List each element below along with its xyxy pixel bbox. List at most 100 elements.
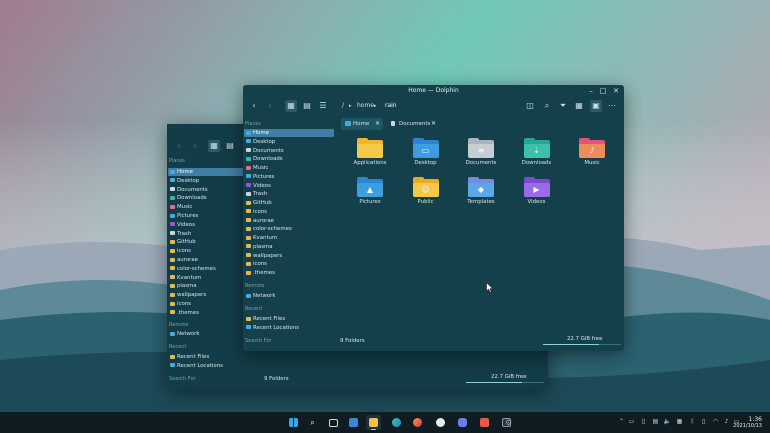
remote-heading: Remote	[169, 322, 189, 328]
sidebar-item-downloads[interactable]: Downloads	[244, 155, 334, 163]
remote-heading: Remote	[245, 283, 265, 289]
folder-public[interactable]: ☺ Public	[404, 177, 448, 205]
split-view-icon[interactable]: ◫	[524, 100, 536, 112]
grid-icon[interactable]: ▦	[573, 100, 585, 112]
sidebar-item-github[interactable]: GitHub	[244, 199, 334, 207]
filter-icon[interactable]: ⏷	[557, 100, 569, 112]
documents-folder-icon: ≡	[468, 138, 494, 158]
folder-documents[interactable]: ≡ Documents	[459, 138, 503, 166]
sidebar-item-label: aurorae	[177, 257, 198, 263]
folder-applications[interactable]: Applications	[348, 138, 392, 166]
sidebar-item-recent-locations[interactable]: Recent Locations	[168, 362, 258, 370]
tab-close-icon[interactable]: ✕	[431, 118, 436, 130]
folder-glyph: ♪	[589, 146, 595, 155]
sidebar-item-themes[interactable]: .themes	[244, 269, 334, 277]
home-icon	[170, 169, 175, 174]
toolbar: ‹ › ▦ ▤ ☰ / ▸ home ▸ rain ◫ ⌕ ⏷ ▦ ▣ ⋯	[243, 98, 624, 114]
menu-icon[interactable]: ⋯	[606, 100, 618, 112]
sidebar-item-videos[interactable]: Videos	[244, 182, 334, 190]
icons-view-icon[interactable]: ▦	[285, 100, 297, 112]
folder-label: Templates	[467, 199, 495, 205]
music-folder-icon: ♪	[579, 138, 605, 158]
sidebar-item-aurorae[interactable]: aurorae	[244, 217, 334, 225]
search-for-heading: Search For	[169, 376, 196, 382]
sidebar-item-label: icons	[253, 208, 267, 215]
details-view-icon[interactable]: ☰	[317, 100, 329, 112]
notes-icon[interactable]: ▭	[627, 417, 636, 427]
folder-pictures[interactable]: ▲ Pictures	[348, 177, 392, 205]
preview-icon[interactable]: ▣	[590, 100, 602, 112]
sidebar-item-icons[interactable]: icons	[244, 260, 334, 268]
sidebar-item-pictures[interactable]: Pictures	[244, 173, 334, 181]
maximize-icon[interactable]: □	[599, 87, 607, 95]
sidebar-item-home[interactable]: Home	[244, 129, 334, 137]
search-icon[interactable]: ⌕	[541, 100, 553, 112]
back-arrow-icon[interactable]: ‹	[173, 140, 185, 152]
sidebar-item-trash[interactable]: Trash	[244, 190, 334, 198]
wifi-icon[interactable]: ◠	[711, 417, 720, 427]
firefox-button[interactable]	[410, 415, 425, 430]
volume-icon[interactable]: 🔈	[663, 417, 672, 427]
documents-icon	[246, 148, 251, 152]
breadcrumb-root[interactable]: /	[342, 101, 344, 111]
forward-arrow-icon[interactable]: ›	[189, 140, 201, 152]
github-button[interactable]	[433, 415, 448, 430]
sidebar-item-icons[interactable]: icons	[244, 208, 334, 216]
folder-videos[interactable]: ▶ Videos	[515, 177, 559, 205]
compact-view-icon[interactable]: ▤	[224, 140, 236, 152]
sidebar-item-plasma[interactable]: plasma	[244, 243, 334, 251]
sidebar-item-recent-files[interactable]: Recent Files	[168, 353, 258, 361]
sidebar-item-network[interactable]: Network	[244, 292, 334, 300]
sidebar-item-label: GitHub	[253, 200, 272, 206]
folder-downloads[interactable]: ⇣ Downloads	[515, 138, 559, 166]
folder-desktop[interactable]: ▭ Desktop	[404, 138, 448, 166]
tab-documents[interactable]: Documents ✕	[387, 118, 439, 130]
close-icon[interactable]: ✕	[612, 87, 620, 95]
discord-button[interactable]	[455, 415, 470, 430]
tab-home[interactable]: Home ✕	[341, 118, 383, 130]
sidebar-item-desktop[interactable]: Desktop	[244, 138, 334, 146]
clipboard-icon[interactable]: ▯	[639, 417, 648, 427]
sidebar-item-label: Network	[253, 293, 276, 299]
folder-templates[interactable]: ◆ Templates	[459, 177, 503, 205]
folder-icon	[170, 248, 175, 253]
minimize-icon[interactable]: –	[587, 87, 595, 95]
pictures-icon	[246, 174, 251, 179]
gear-icon: ⚙	[504, 418, 513, 427]
graphics-editor-button[interactable]	[477, 415, 492, 430]
sidebar-item-label: color-schemes	[253, 226, 292, 233]
back-arrow-icon[interactable]: ‹	[248, 100, 260, 112]
sidebar-item-recent-locations[interactable]: Recent Locations	[244, 324, 334, 332]
settings-button[interactable]: ⚙	[501, 415, 516, 430]
breadcrumb-rain[interactable]: rain	[385, 101, 397, 111]
task-view-button[interactable]	[326, 415, 341, 430]
file-manager-button[interactable]	[366, 415, 381, 430]
bluetooth-icon[interactable]: ᛒ	[688, 417, 697, 427]
chevron-up-icon[interactable]: ⌃	[617, 417, 626, 427]
system-clock[interactable]: 1:36 2021/10/13	[733, 416, 762, 430]
sidebar-item-label: wallpapers	[253, 252, 283, 259]
start-menu-button[interactable]	[286, 415, 301, 430]
edge-button[interactable]	[389, 415, 404, 430]
sidebar-item-documents[interactable]: Documents	[244, 147, 334, 155]
forward-arrow-icon[interactable]: ›	[264, 100, 276, 112]
sidebar-item-music[interactable]: Music	[244, 164, 334, 172]
network-drive-icon[interactable]: ▤	[651, 417, 660, 427]
sidebar-item-wallpapers[interactable]: wallpapers	[244, 252, 334, 260]
sidebar-item-kvantum[interactable]: Kvantum	[244, 234, 334, 242]
dolphin-window[interactable]: Home — Dolphin – □ ✕ ‹ › ▦ ▤ ☰ / ▸ home …	[243, 85, 624, 351]
sidebar-item-label: Desktop	[253, 138, 276, 145]
phone-icon[interactable]: ▯	[699, 417, 708, 427]
folder-glyph: ▶	[533, 185, 540, 194]
icons-view-icon[interactable]: ▦	[208, 140, 220, 152]
breadcrumb-home[interactable]: home	[357, 101, 374, 111]
sidebar-item-color-schemes[interactable]: color-schemes	[244, 225, 334, 233]
compact-view-icon[interactable]: ▤	[301, 100, 313, 112]
folder-music[interactable]: ♪ Music	[570, 138, 614, 166]
tab-close-icon[interactable]: ✕	[375, 118, 380, 130]
widgets-button[interactable]	[346, 415, 361, 430]
system-monitor-icon[interactable]: ▦	[675, 417, 684, 427]
sidebar-item-recent-files[interactable]: Recent Files	[244, 315, 334, 323]
search-button[interactable]: ⌕	[305, 415, 320, 430]
speaker-icon[interactable]: ♪	[722, 417, 731, 427]
